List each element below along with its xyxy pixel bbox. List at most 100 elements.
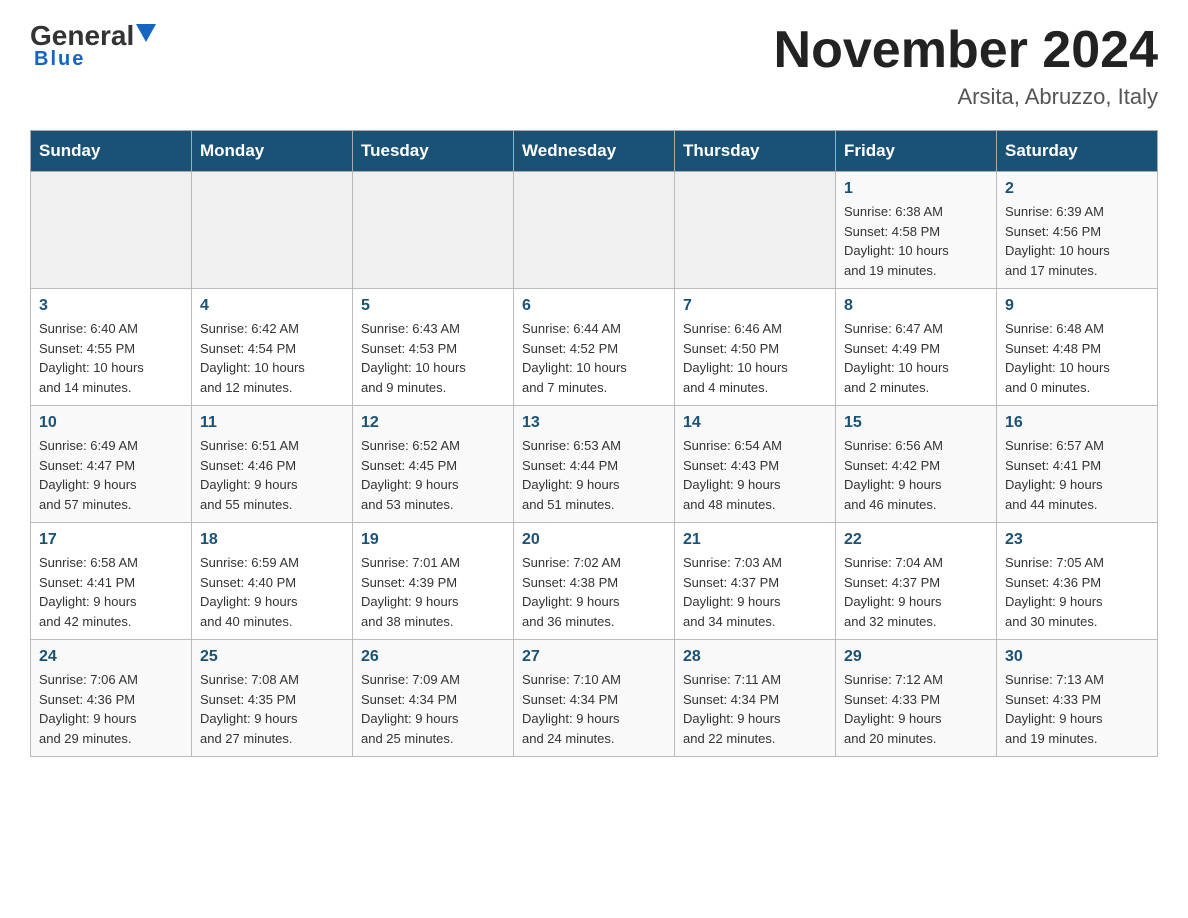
day-info: Sunrise: 6:47 AMSunset: 4:49 PMDaylight:… xyxy=(844,319,988,397)
week-row-5: 24 Sunrise: 7:06 AMSunset: 4:36 PMDayligh… xyxy=(31,640,1158,757)
calendar-cell: 24 Sunrise: 7:06 AMSunset: 4:36 PMDayligh… xyxy=(31,640,192,757)
weekday-header-friday: Friday xyxy=(836,131,997,172)
calendar-cell: 19 Sunrise: 7:01 AMSunset: 4:39 PMDayligh… xyxy=(353,523,514,640)
day-number: 20 xyxy=(522,531,666,549)
calendar-cell: 25 Sunrise: 7:08 AMSunset: 4:35 PMDayligh… xyxy=(192,640,353,757)
day-info: Sunrise: 6:53 AMSunset: 4:44 PMDaylight:… xyxy=(522,436,666,514)
day-number: 18 xyxy=(200,531,344,549)
day-number: 24 xyxy=(39,648,183,666)
day-number: 15 xyxy=(844,414,988,432)
day-number: 5 xyxy=(361,297,505,315)
calendar-cell: 1 Sunrise: 6:38 AMSunset: 4:58 PMDaylight… xyxy=(836,172,997,289)
day-info: Sunrise: 7:10 AMSunset: 4:34 PMDaylight:… xyxy=(522,670,666,748)
weekday-header-wednesday: Wednesday xyxy=(514,131,675,172)
calendar-cell: 16 Sunrise: 6:57 AMSunset: 4:41 PMDayligh… xyxy=(997,406,1158,523)
calendar-cell: 23 Sunrise: 7:05 AMSunset: 4:36 PMDayligh… xyxy=(997,523,1158,640)
weekday-header-monday: Monday xyxy=(192,131,353,172)
day-number: 27 xyxy=(522,648,666,666)
day-info: Sunrise: 6:48 AMSunset: 4:48 PMDaylight:… xyxy=(1005,319,1149,397)
day-number: 14 xyxy=(683,414,827,432)
calendar-cell xyxy=(675,172,836,289)
day-info: Sunrise: 6:40 AMSunset: 4:55 PMDaylight:… xyxy=(39,319,183,397)
day-number: 30 xyxy=(1005,648,1149,666)
day-number: 21 xyxy=(683,531,827,549)
calendar-cell: 30 Sunrise: 7:13 AMSunset: 4:33 PMDayligh… xyxy=(997,640,1158,757)
day-number: 12 xyxy=(361,414,505,432)
calendar-cell: 5 Sunrise: 6:43 AMSunset: 4:53 PMDaylight… xyxy=(353,289,514,406)
calendar-cell: 11Sunrise: 6:51 AMSunset: 4:46 PMDayligh… xyxy=(192,406,353,523)
day-info: Sunrise: 7:13 AMSunset: 4:33 PMDaylight:… xyxy=(1005,670,1149,748)
calendar-cell: 28 Sunrise: 7:11 AMSunset: 4:34 PMDayligh… xyxy=(675,640,836,757)
day-info: Sunrise: 6:59 AMSunset: 4:40 PMDaylight:… xyxy=(200,553,344,631)
day-number: 19 xyxy=(361,531,505,549)
day-info: Sunrise: 7:02 AMSunset: 4:38 PMDaylight:… xyxy=(522,553,666,631)
day-info: Sunrise: 6:51 AMSunset: 4:46 PMDaylight:… xyxy=(200,436,344,514)
calendar-cell: 4Sunrise: 6:42 AMSunset: 4:54 PMDaylight… xyxy=(192,289,353,406)
day-info: Sunrise: 6:49 AMSunset: 4:47 PMDaylight:… xyxy=(39,436,183,514)
day-number: 6 xyxy=(522,297,666,315)
calendar-cell: 9Sunrise: 6:48 AMSunset: 4:48 PMDaylight… xyxy=(997,289,1158,406)
day-info: Sunrise: 7:03 AMSunset: 4:37 PMDaylight:… xyxy=(683,553,827,631)
day-number: 22 xyxy=(844,531,988,549)
calendar-cell xyxy=(514,172,675,289)
day-number: 29 xyxy=(844,648,988,666)
calendar-cell: 29 Sunrise: 7:12 AMSunset: 4:33 PMDayligh… xyxy=(836,640,997,757)
day-info: Sunrise: 6:38 AMSunset: 4:58 PMDaylight:… xyxy=(844,202,988,280)
weekday-header-sunday: Sunday xyxy=(31,131,192,172)
day-info: Sunrise: 6:52 AMSunset: 4:45 PMDaylight:… xyxy=(361,436,505,514)
day-info: Sunrise: 7:11 AMSunset: 4:34 PMDaylight:… xyxy=(683,670,827,748)
weekday-header-row: SundayMondayTuesdayWednesdayThursdayFrid… xyxy=(31,131,1158,172)
day-number: 16 xyxy=(1005,414,1149,432)
day-number: 2 xyxy=(1005,180,1149,198)
calendar-cell: 3 Sunrise: 6:40 AMSunset: 4:55 PMDaylight… xyxy=(31,289,192,406)
week-row-1: 1 Sunrise: 6:38 AMSunset: 4:58 PMDaylight… xyxy=(31,172,1158,289)
day-info: Sunrise: 7:12 AMSunset: 4:33 PMDaylight:… xyxy=(844,670,988,748)
day-number: 23 xyxy=(1005,531,1149,549)
calendar-cell: 17 Sunrise: 6:58 AMSunset: 4:41 PMDayligh… xyxy=(31,523,192,640)
calendar-cell: 21 Sunrise: 7:03 AMSunset: 4:37 PMDayligh… xyxy=(675,523,836,640)
calendar-cell: 22Sunrise: 7:04 AMSunset: 4:37 PMDayligh… xyxy=(836,523,997,640)
calendar-cell: 27 Sunrise: 7:10 AMSunset: 4:34 PMDayligh… xyxy=(514,640,675,757)
day-number: 3 xyxy=(39,297,183,315)
calendar-cell: 8Sunrise: 6:47 AMSunset: 4:49 PMDaylight… xyxy=(836,289,997,406)
calendar-table: SundayMondayTuesdayWednesdayThursdayFrid… xyxy=(30,130,1158,757)
day-info: Sunrise: 7:06 AMSunset: 4:36 PMDaylight:… xyxy=(39,670,183,748)
week-row-2: 3 Sunrise: 6:40 AMSunset: 4:55 PMDaylight… xyxy=(31,289,1158,406)
title-area: November 2024 Arsita, Abruzzo, Italy xyxy=(774,20,1158,110)
day-info: Sunrise: 6:57 AMSunset: 4:41 PMDaylight:… xyxy=(1005,436,1149,514)
day-number: 26 xyxy=(361,648,505,666)
calendar-cell xyxy=(353,172,514,289)
calendar-cell: 26 Sunrise: 7:09 AMSunset: 4:34 PMDayligh… xyxy=(353,640,514,757)
calendar-cell xyxy=(31,172,192,289)
calendar-cell: 6Sunrise: 6:44 AMSunset: 4:52 PMDaylight… xyxy=(514,289,675,406)
day-number: 25 xyxy=(200,648,344,666)
weekday-header-tuesday: Tuesday xyxy=(353,131,514,172)
calendar-cell: 18 Sunrise: 6:59 AMSunset: 4:40 PMDayligh… xyxy=(192,523,353,640)
day-number: 28 xyxy=(683,648,827,666)
logo: General Blue xyxy=(30,20,156,71)
day-info: Sunrise: 7:01 AMSunset: 4:39 PMDaylight:… xyxy=(361,553,505,631)
calendar-cell: 14 Sunrise: 6:54 AMSunset: 4:43 PMDayligh… xyxy=(675,406,836,523)
day-info: Sunrise: 6:58 AMSunset: 4:41 PMDaylight:… xyxy=(39,553,183,631)
day-info: Sunrise: 7:05 AMSunset: 4:36 PMDaylight:… xyxy=(1005,553,1149,631)
day-info: Sunrise: 6:43 AMSunset: 4:53 PMDaylight:… xyxy=(361,319,505,397)
week-row-3: 10Sunrise: 6:49 AMSunset: 4:47 PMDayligh… xyxy=(31,406,1158,523)
calendar-cell: 2Sunrise: 6:39 AMSunset: 4:56 PMDaylight… xyxy=(997,172,1158,289)
day-info: Sunrise: 6:46 AMSunset: 4:50 PMDaylight:… xyxy=(683,319,827,397)
week-row-4: 17 Sunrise: 6:58 AMSunset: 4:41 PMDayligh… xyxy=(31,523,1158,640)
weekday-header-thursday: Thursday xyxy=(675,131,836,172)
day-number: 1 xyxy=(844,180,988,198)
day-number: 17 xyxy=(39,531,183,549)
page-header: General Blue November 2024 Arsita, Abruz… xyxy=(30,20,1158,110)
day-number: 13 xyxy=(522,414,666,432)
weekday-header-saturday: Saturday xyxy=(997,131,1158,172)
calendar-cell: 10Sunrise: 6:49 AMSunset: 4:47 PMDayligh… xyxy=(31,406,192,523)
day-info: Sunrise: 6:42 AMSunset: 4:54 PMDaylight:… xyxy=(200,319,344,397)
day-info: Sunrise: 7:08 AMSunset: 4:35 PMDaylight:… xyxy=(200,670,344,748)
calendar-cell: 12 Sunrise: 6:52 AMSunset: 4:45 PMDayligh… xyxy=(353,406,514,523)
day-info: Sunrise: 6:54 AMSunset: 4:43 PMDaylight:… xyxy=(683,436,827,514)
logo-triangle-icon xyxy=(136,24,156,42)
day-info: Sunrise: 6:56 AMSunset: 4:42 PMDaylight:… xyxy=(844,436,988,514)
day-info: Sunrise: 7:09 AMSunset: 4:34 PMDaylight:… xyxy=(361,670,505,748)
calendar-cell: 15 Sunrise: 6:56 AMSunset: 4:42 PMDayligh… xyxy=(836,406,997,523)
